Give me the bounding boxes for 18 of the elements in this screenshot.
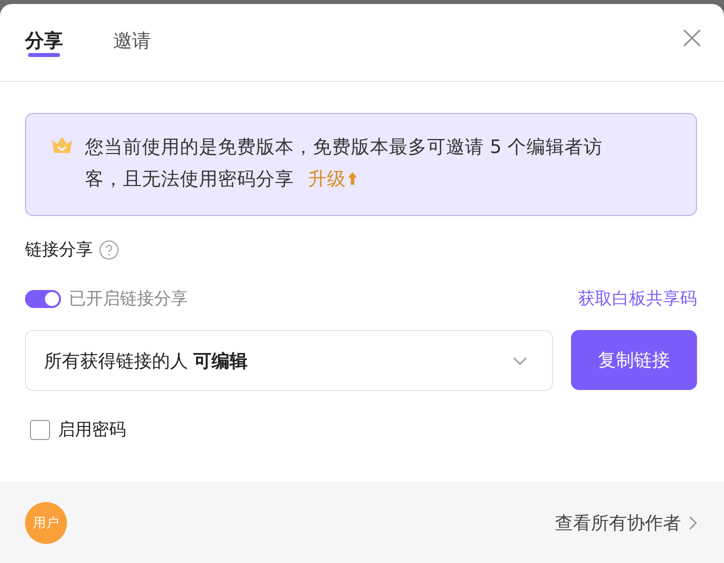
chevron-right-icon [689, 516, 697, 530]
share-code-link[interactable]: 获取白板共享码 [578, 287, 697, 310]
toggle-switch[interactable] [25, 290, 61, 308]
chevron-down-icon [513, 356, 527, 364]
copy-link-button[interactable]: 复制链接 [571, 330, 697, 390]
tab[interactable]: 分享 [25, 4, 63, 57]
section-title: 链接分享 [25, 239, 93, 261]
tab[interactable]: 邀请 [113, 4, 151, 57]
crown-icon [51, 136, 73, 154]
help-icon[interactable] [99, 240, 119, 260]
view-all-collaborators-link[interactable]: 查看所有协作者 [555, 510, 697, 534]
notice-text: 您当前使用的是免费版本，免费版本最多可邀请 5 个编辑者访客，且无法使用密码分享 升级 [85, 136, 604, 192]
toggle-label: 已开启链接分享 [69, 288, 188, 310]
permission-dropdown[interactable]: 所有获得链接的人 可编辑 [25, 330, 553, 391]
checkbox-label: 启用密码 [58, 419, 126, 441]
checkbox[interactable] [30, 420, 50, 440]
close-icon[interactable] [683, 29, 701, 47]
arrow-up-icon [348, 172, 357, 185]
